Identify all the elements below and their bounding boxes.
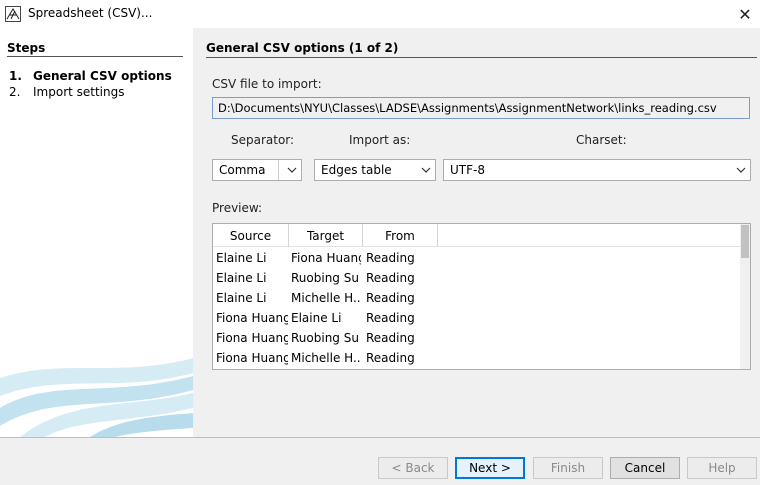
separator-label: Separator:: [231, 133, 295, 147]
cell-from: Reading: [366, 351, 415, 365]
cell-source: Fiona Huang: [216, 311, 288, 325]
steps-divider: [7, 56, 183, 57]
cell-target: Elaine Li: [291, 311, 342, 325]
csv-file-path-field[interactable]: D:\Documents\NYU\Classes\LADSE\Assignmen…: [212, 97, 750, 119]
charset-select[interactable]: UTF-8: [443, 159, 751, 181]
separator-select[interactable]: Comma: [212, 159, 302, 181]
cell-source: Fiona Huang: [216, 331, 288, 345]
charset-value: UTF-8: [450, 163, 485, 177]
preview-table: Source Target From Elaine Li Fiona Huang…: [212, 223, 751, 370]
cell-target: Ruobing Su: [291, 331, 359, 345]
next-button[interactable]: Next >: [455, 457, 525, 479]
scrollbar-thumb[interactable]: [741, 225, 749, 258]
title-divider: [206, 57, 757, 58]
cell-source: Elaine Li: [216, 291, 267, 305]
import-as-label: Import as:: [349, 133, 411, 147]
preview-label: Preview:: [212, 201, 263, 215]
table-row: Fiona Huang Elaine Li Reading: [213, 308, 740, 328]
separator-value: Comma: [219, 163, 266, 177]
close-icon[interactable]: ✕: [730, 0, 760, 28]
decorative-swoosh-art: [0, 358, 193, 437]
footer-divider: [0, 437, 760, 438]
table-row: Elaine Li Michelle H... Reading: [213, 288, 740, 308]
cancel-button[interactable]: Cancel: [610, 457, 680, 479]
cell-source: Elaine Li: [216, 251, 267, 265]
column-header-from[interactable]: From: [363, 224, 438, 247]
cell-from: Reading: [366, 271, 415, 285]
table-row: Fiona Huang Michelle H... Reading: [213, 348, 740, 368]
chevron-down-icon: [421, 167, 431, 173]
steps-title: Steps: [7, 41, 46, 55]
step-number: 2.: [9, 85, 21, 99]
steps-pane: Steps 1. General CSV options 2. Import set…: [0, 28, 193, 437]
table-row: Fiona Huang Ruobing Su Reading: [213, 328, 740, 348]
window-title: Spreadsheet (CSV)...: [28, 6, 153, 20]
cell-from: Reading: [366, 331, 415, 345]
cell-target: Ruobing Su: [291, 271, 359, 285]
import-as-value: Edges table: [321, 163, 392, 177]
cell-target: Michelle H...: [291, 351, 361, 365]
step-import-settings: 2. Import settings: [9, 85, 125, 99]
preview-header: Source Target From: [213, 224, 740, 247]
preview-scrollbar[interactable]: [740, 224, 750, 369]
chevron-down-icon: [287, 167, 297, 173]
back-button[interactable]: < Back: [378, 457, 448, 479]
combo-divider: [278, 160, 279, 180]
column-header-source[interactable]: Source: [213, 224, 289, 247]
cell-from: Reading: [366, 311, 415, 325]
cell-source: Elaine Li: [216, 271, 267, 285]
chevron-down-icon: [736, 167, 746, 173]
cell-from: Reading: [366, 251, 415, 265]
cell-from: Reading: [366, 291, 415, 305]
step-number: 1.: [9, 69, 22, 83]
table-row: Elaine Li Fiona Huang Reading: [213, 248, 740, 268]
step-general-csv-options: 1. General CSV options: [9, 69, 172, 83]
finish-button[interactable]: Finish: [533, 457, 603, 479]
step-label: Import settings: [33, 85, 125, 99]
file-label: CSV file to import:: [212, 77, 322, 91]
page-title: General CSV options (1 of 2): [206, 41, 399, 55]
title-bar: Spreadsheet (CSV)... ✕: [0, 0, 760, 28]
charset-label: Charset:: [576, 133, 627, 147]
cell-target: Fiona Huang: [291, 251, 361, 265]
import-as-select[interactable]: Edges table: [314, 159, 436, 181]
cell-target: Michelle H...: [291, 291, 361, 305]
help-button[interactable]: Help: [687, 457, 757, 479]
step-label: General CSV options: [33, 69, 172, 83]
table-row: Elaine Li Ruobing Su Reading: [213, 268, 740, 288]
cell-source: Fiona Huang: [216, 351, 288, 365]
app-icon: [5, 6, 21, 22]
column-header-target[interactable]: Target: [289, 224, 363, 247]
